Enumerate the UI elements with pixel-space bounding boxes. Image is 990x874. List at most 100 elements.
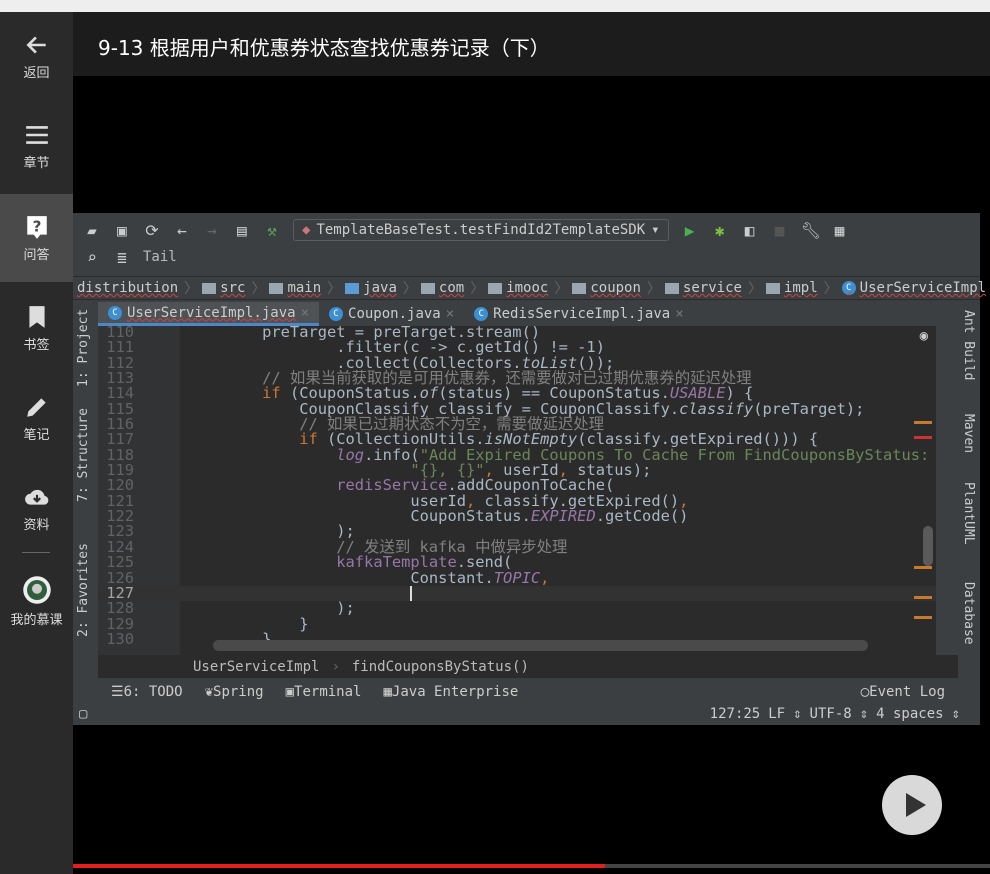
toggle-tool-windows-icon[interactable]: ▢ — [79, 706, 87, 722]
back-icon[interactable]: ← — [173, 221, 191, 240]
sidebar-item-label: 我的慕课 — [10, 613, 63, 628]
main-toolbar: ▰ ▣ ⟳ ← → ▤ ⚒ ◆ TemplateBaseTest.testFin… — [73, 215, 980, 245]
play-button[interactable] — [882, 775, 942, 835]
spring-tool[interactable]: ❦Spring — [205, 684, 264, 700]
code-editor[interactable]: 110 preTarget = preTarget.stream() 111 .f… — [98, 326, 936, 655]
status-bar: ▢ 127:25 LF ⇕ UTF-8 ⇕ 4 spaces ⇕ — [79, 706, 960, 722]
breadcrumb-item[interactable]: src — [198, 280, 251, 296]
menu-icon — [25, 126, 48, 144]
tool-favorites[interactable]: 2: Favorites — [76, 543, 91, 637]
class-icon: C — [329, 307, 344, 321]
cloud-download-icon — [24, 489, 48, 505]
breadcrumb-item[interactable]: service — [661, 280, 748, 296]
build-hammer-icon[interactable]: ⚒ — [263, 221, 281, 240]
svg-text:?: ? — [32, 217, 41, 235]
tab-userserviceimpl[interactable]: C UserServiceImpl.java × — [98, 302, 320, 326]
sidebar-item-materials[interactable]: 资料 — [0, 464, 73, 552]
page-title: 9-13 根据用户和优惠券状态查找优惠券记录（下） — [98, 36, 550, 60]
terminal-window-icon[interactable]: ▤ — [233, 221, 251, 240]
indent-setting[interactable]: 4 spaces — [876, 706, 943, 722]
close-icon[interactable]: × — [675, 306, 683, 322]
breadcrumb-label: java — [363, 280, 397, 296]
event-log-icon: ◯ — [860, 683, 870, 700]
breadcrumb-item[interactable]: distribution — [73, 280, 184, 296]
close-icon[interactable]: × — [301, 305, 309, 321]
line-separator[interactable]: LF — [768, 706, 785, 722]
java-enterprise-icon: ▦ — [383, 683, 392, 700]
breadcrumb-label: main — [287, 280, 322, 296]
breadcrumb-label: distribution — [77, 280, 179, 296]
nav-class[interactable]: UserServiceImpl — [193, 659, 319, 675]
avatar — [22, 576, 51, 604]
sidebar-item-notes[interactable]: 笔记 — [0, 374, 73, 462]
project-structure-icon[interactable]: ▦ — [831, 221, 849, 240]
run-config-icon: ◆ — [302, 222, 311, 238]
horizontal-scrollbar[interactable] — [213, 640, 868, 651]
left-tool-strip: 1: Project 7: Structure 2: Favorites — [73, 302, 98, 672]
sidebar-item-bookmark[interactable]: 书签 — [0, 284, 73, 372]
event-log-tool[interactable]: ◯Event Log — [861, 684, 945, 700]
breadcrumb-item[interactable]: C UserServiceImpl — [838, 280, 990, 296]
breadcrumb-label: src — [220, 280, 246, 296]
video-progress-bar[interactable] — [73, 864, 990, 868]
breadcrumb-label: imooc — [506, 280, 549, 296]
breadcrumb-item[interactable]: com — [417, 280, 470, 296]
breadcrumb-item[interactable]: java — [341, 280, 403, 296]
error-stripe-mark[interactable] — [914, 566, 932, 569]
save-icon[interactable]: ▣ — [113, 221, 131, 240]
sidebar-item-qa[interactable]: ? 问答 — [0, 194, 73, 282]
stop-icon[interactable]: ■ — [771, 221, 789, 240]
run-config-label: TemplateBaseTest.testFindId2TemplateSDK — [316, 222, 646, 238]
tool-maven[interactable]: Maven — [961, 414, 976, 453]
log-icon[interactable]: ≣ — [113, 248, 131, 267]
pencil-icon — [26, 398, 46, 417]
tail-button[interactable]: Tail — [143, 249, 177, 265]
sync-icon[interactable]: ⟳ — [143, 221, 161, 240]
caret-position[interactable]: 127:25 — [710, 706, 761, 722]
search-icon[interactable]: ⌕ — [83, 248, 101, 267]
breadcrumb-item[interactable]: impl — [762, 280, 824, 296]
file-encoding[interactable]: UTF-8 — [810, 706, 852, 722]
sidebar-item-label: 问答 — [23, 248, 50, 263]
sidebar-item-chapters[interactable]: 章节 — [0, 102, 73, 190]
code-token: classify — [679, 399, 754, 418]
coverage-icon[interactable]: ◧ — [741, 221, 759, 240]
sidebar-item-label: 笔记 — [23, 428, 50, 443]
tab-redisserviceimpl[interactable]: C RedisServiceImpl.java × — [464, 302, 693, 326]
debug-bug-icon[interactable]: ✱ — [711, 221, 729, 240]
sidebar-item-label: 章节 — [23, 156, 50, 171]
tool-structure[interactable]: 7: Structure — [76, 408, 91, 502]
error-stripe-mark[interactable] — [914, 436, 932, 439]
run-icon[interactable]: ▶ — [681, 221, 699, 240]
forward-icon[interactable]: → — [203, 221, 221, 240]
text-caret — [410, 585, 413, 601]
arrow-left-icon — [25, 36, 46, 54]
breadcrumb-item[interactable]: coupon — [568, 280, 647, 296]
breadcrumb-separator: 〉 — [747, 281, 762, 297]
nav-method[interactable]: findCouponsByStatus() — [352, 659, 529, 675]
tool-plantuml[interactable]: PlantUML — [961, 482, 976, 545]
error-stripe-mark[interactable] — [914, 616, 932, 619]
tool-project[interactable]: 1: Project — [76, 309, 91, 387]
sidebar-item-my-imooc[interactable]: 我的慕课 — [0, 555, 73, 643]
tool-ant-build[interactable]: Ant Build — [961, 310, 976, 380]
error-stripe-mark[interactable] — [914, 421, 932, 424]
java-enterprise-tool[interactable]: ▦Java Enterprise — [383, 684, 518, 700]
wrench-settings-icon[interactable]: 🔧︎ — [801, 221, 821, 240]
tab-label: UserServiceImpl.java — [127, 304, 296, 321]
error-stripe-mark[interactable] — [914, 596, 932, 599]
terminal-tool[interactable]: ▣Terminal — [286, 684, 362, 700]
open-folder-icon[interactable]: ▰ — [83, 221, 101, 240]
run-configuration-select[interactable]: ◆ TemplateBaseTest.testFindId2TemplateSD… — [293, 219, 669, 241]
tab-label: RedisServiceImpl.java — [493, 306, 671, 322]
close-icon[interactable]: × — [446, 306, 454, 322]
spring-label: Spring — [213, 683, 264, 700]
sidebar-item-back[interactable]: 返回 — [0, 12, 73, 100]
tab-coupon[interactable]: C Coupon.java × — [319, 302, 464, 326]
eye-icon[interactable]: ◉ — [920, 328, 928, 344]
breadcrumb-item[interactable]: imooc — [484, 280, 554, 296]
todo-tool[interactable]: ☰6: TODO — [111, 684, 183, 700]
vertical-scrollbar[interactable] — [923, 526, 933, 566]
breadcrumb-item[interactable]: main — [265, 280, 327, 296]
tool-database[interactable]: Database — [961, 582, 976, 645]
